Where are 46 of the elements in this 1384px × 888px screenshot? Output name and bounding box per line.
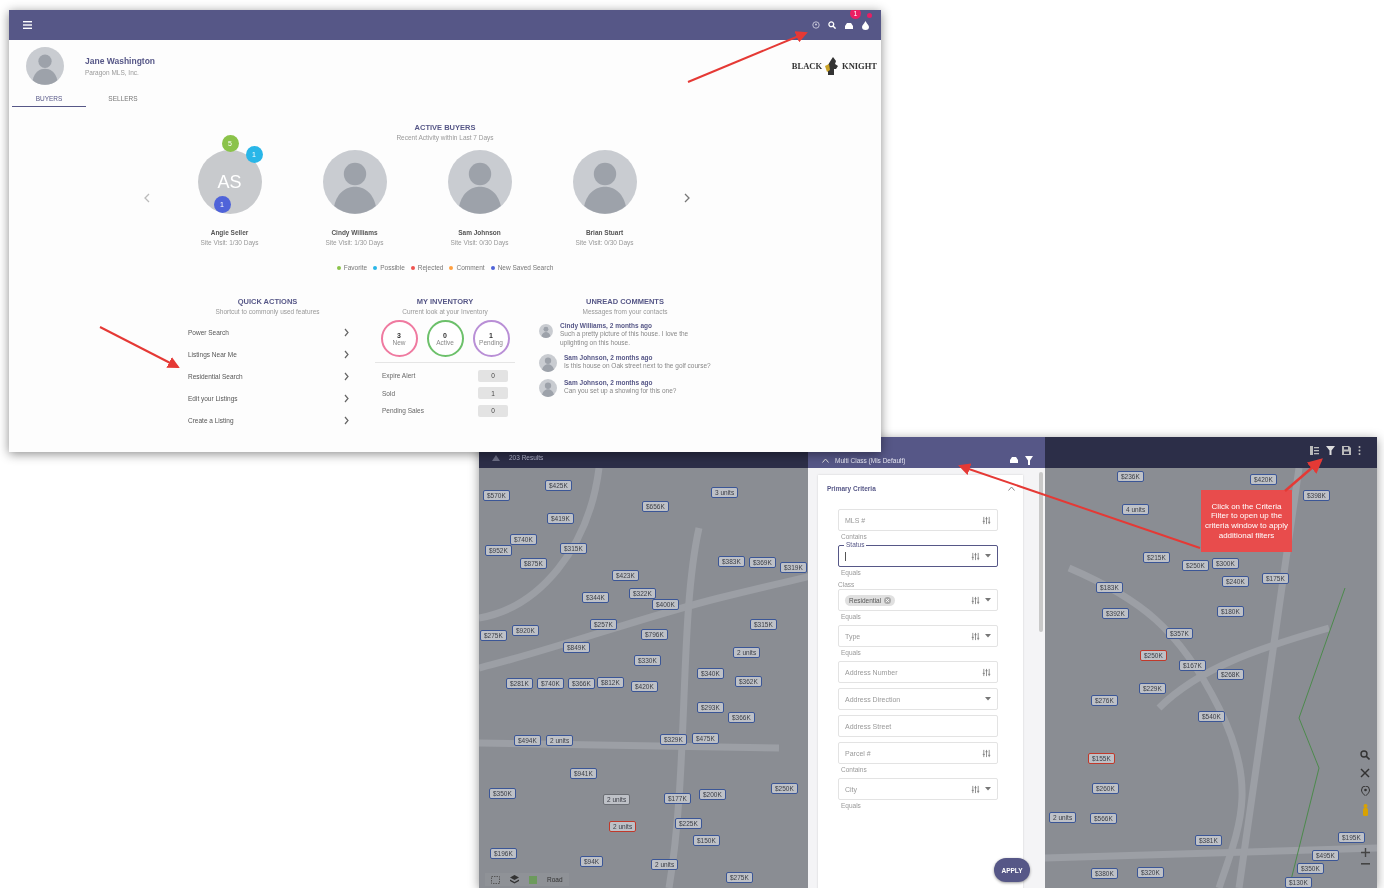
operator-icon[interactable] xyxy=(982,515,991,525)
dropdown-caret-icon[interactable] xyxy=(985,634,991,638)
dropdown-caret-icon[interactable] xyxy=(985,787,991,791)
chevron-right-icon[interactable] xyxy=(344,393,349,403)
filter-icon[interactable] xyxy=(1326,446,1335,455)
zoom-in-icon[interactable] xyxy=(1361,848,1370,857)
operator-icon[interactable] xyxy=(971,631,980,641)
save-icon[interactable] xyxy=(1342,446,1351,455)
buyer-avatar xyxy=(322,150,387,214)
chevron-right-icon[interactable] xyxy=(344,415,349,425)
search-icon[interactable] xyxy=(828,21,836,29)
operator-icon[interactable] xyxy=(982,748,991,758)
collapse-caret-icon[interactable] xyxy=(1008,486,1015,491)
chevron-right-icon[interactable] xyxy=(344,327,349,337)
layers-icon[interactable] xyxy=(510,875,519,884)
dropdown-caret-icon[interactable] xyxy=(985,598,991,602)
menu-icon[interactable] xyxy=(23,21,32,29)
annotation-arrow xyxy=(1284,458,1323,492)
scrollbar[interactable] xyxy=(1039,472,1043,632)
commenter-avatar xyxy=(539,379,557,398)
operator-icon[interactable] xyxy=(982,667,991,677)
filter-icon[interactable] xyxy=(1025,455,1033,465)
user-avatar xyxy=(26,47,64,85)
tools-icon[interactable] xyxy=(1360,768,1370,778)
dropdown-caret-icon[interactable] xyxy=(985,554,991,558)
commenter-avatar xyxy=(539,322,553,340)
search-icon[interactable] xyxy=(1360,750,1370,760)
chevron-right-icon[interactable] xyxy=(344,371,349,381)
company-logo: BLACK KNIGHT xyxy=(791,56,877,76)
operator-icon[interactable] xyxy=(971,595,980,605)
alert-dot xyxy=(867,13,872,18)
collapse-icon[interactable] xyxy=(822,457,829,463)
buyer-avatar xyxy=(572,150,637,214)
commenter-avatar xyxy=(539,354,557,373)
buyer-avatar xyxy=(447,150,512,214)
operator-icon[interactable] xyxy=(971,551,980,561)
more-icon[interactable] xyxy=(1358,446,1361,455)
chevron-right-icon[interactable] xyxy=(684,193,690,203)
panel-icon[interactable] xyxy=(1310,446,1319,455)
dropdown-caret-icon[interactable] xyxy=(985,697,991,701)
operator-icon[interactable] xyxy=(971,784,980,794)
select-area-icon[interactable] xyxy=(491,875,500,884)
chevron-right-icon[interactable] xyxy=(344,349,349,359)
location-pin-icon[interactable] xyxy=(1360,786,1370,796)
user-name: Jane Washington xyxy=(85,56,156,66)
callout-note: Click on the Criteria Filter to open up the criteria window to apply additional filters xyxy=(1201,490,1292,552)
